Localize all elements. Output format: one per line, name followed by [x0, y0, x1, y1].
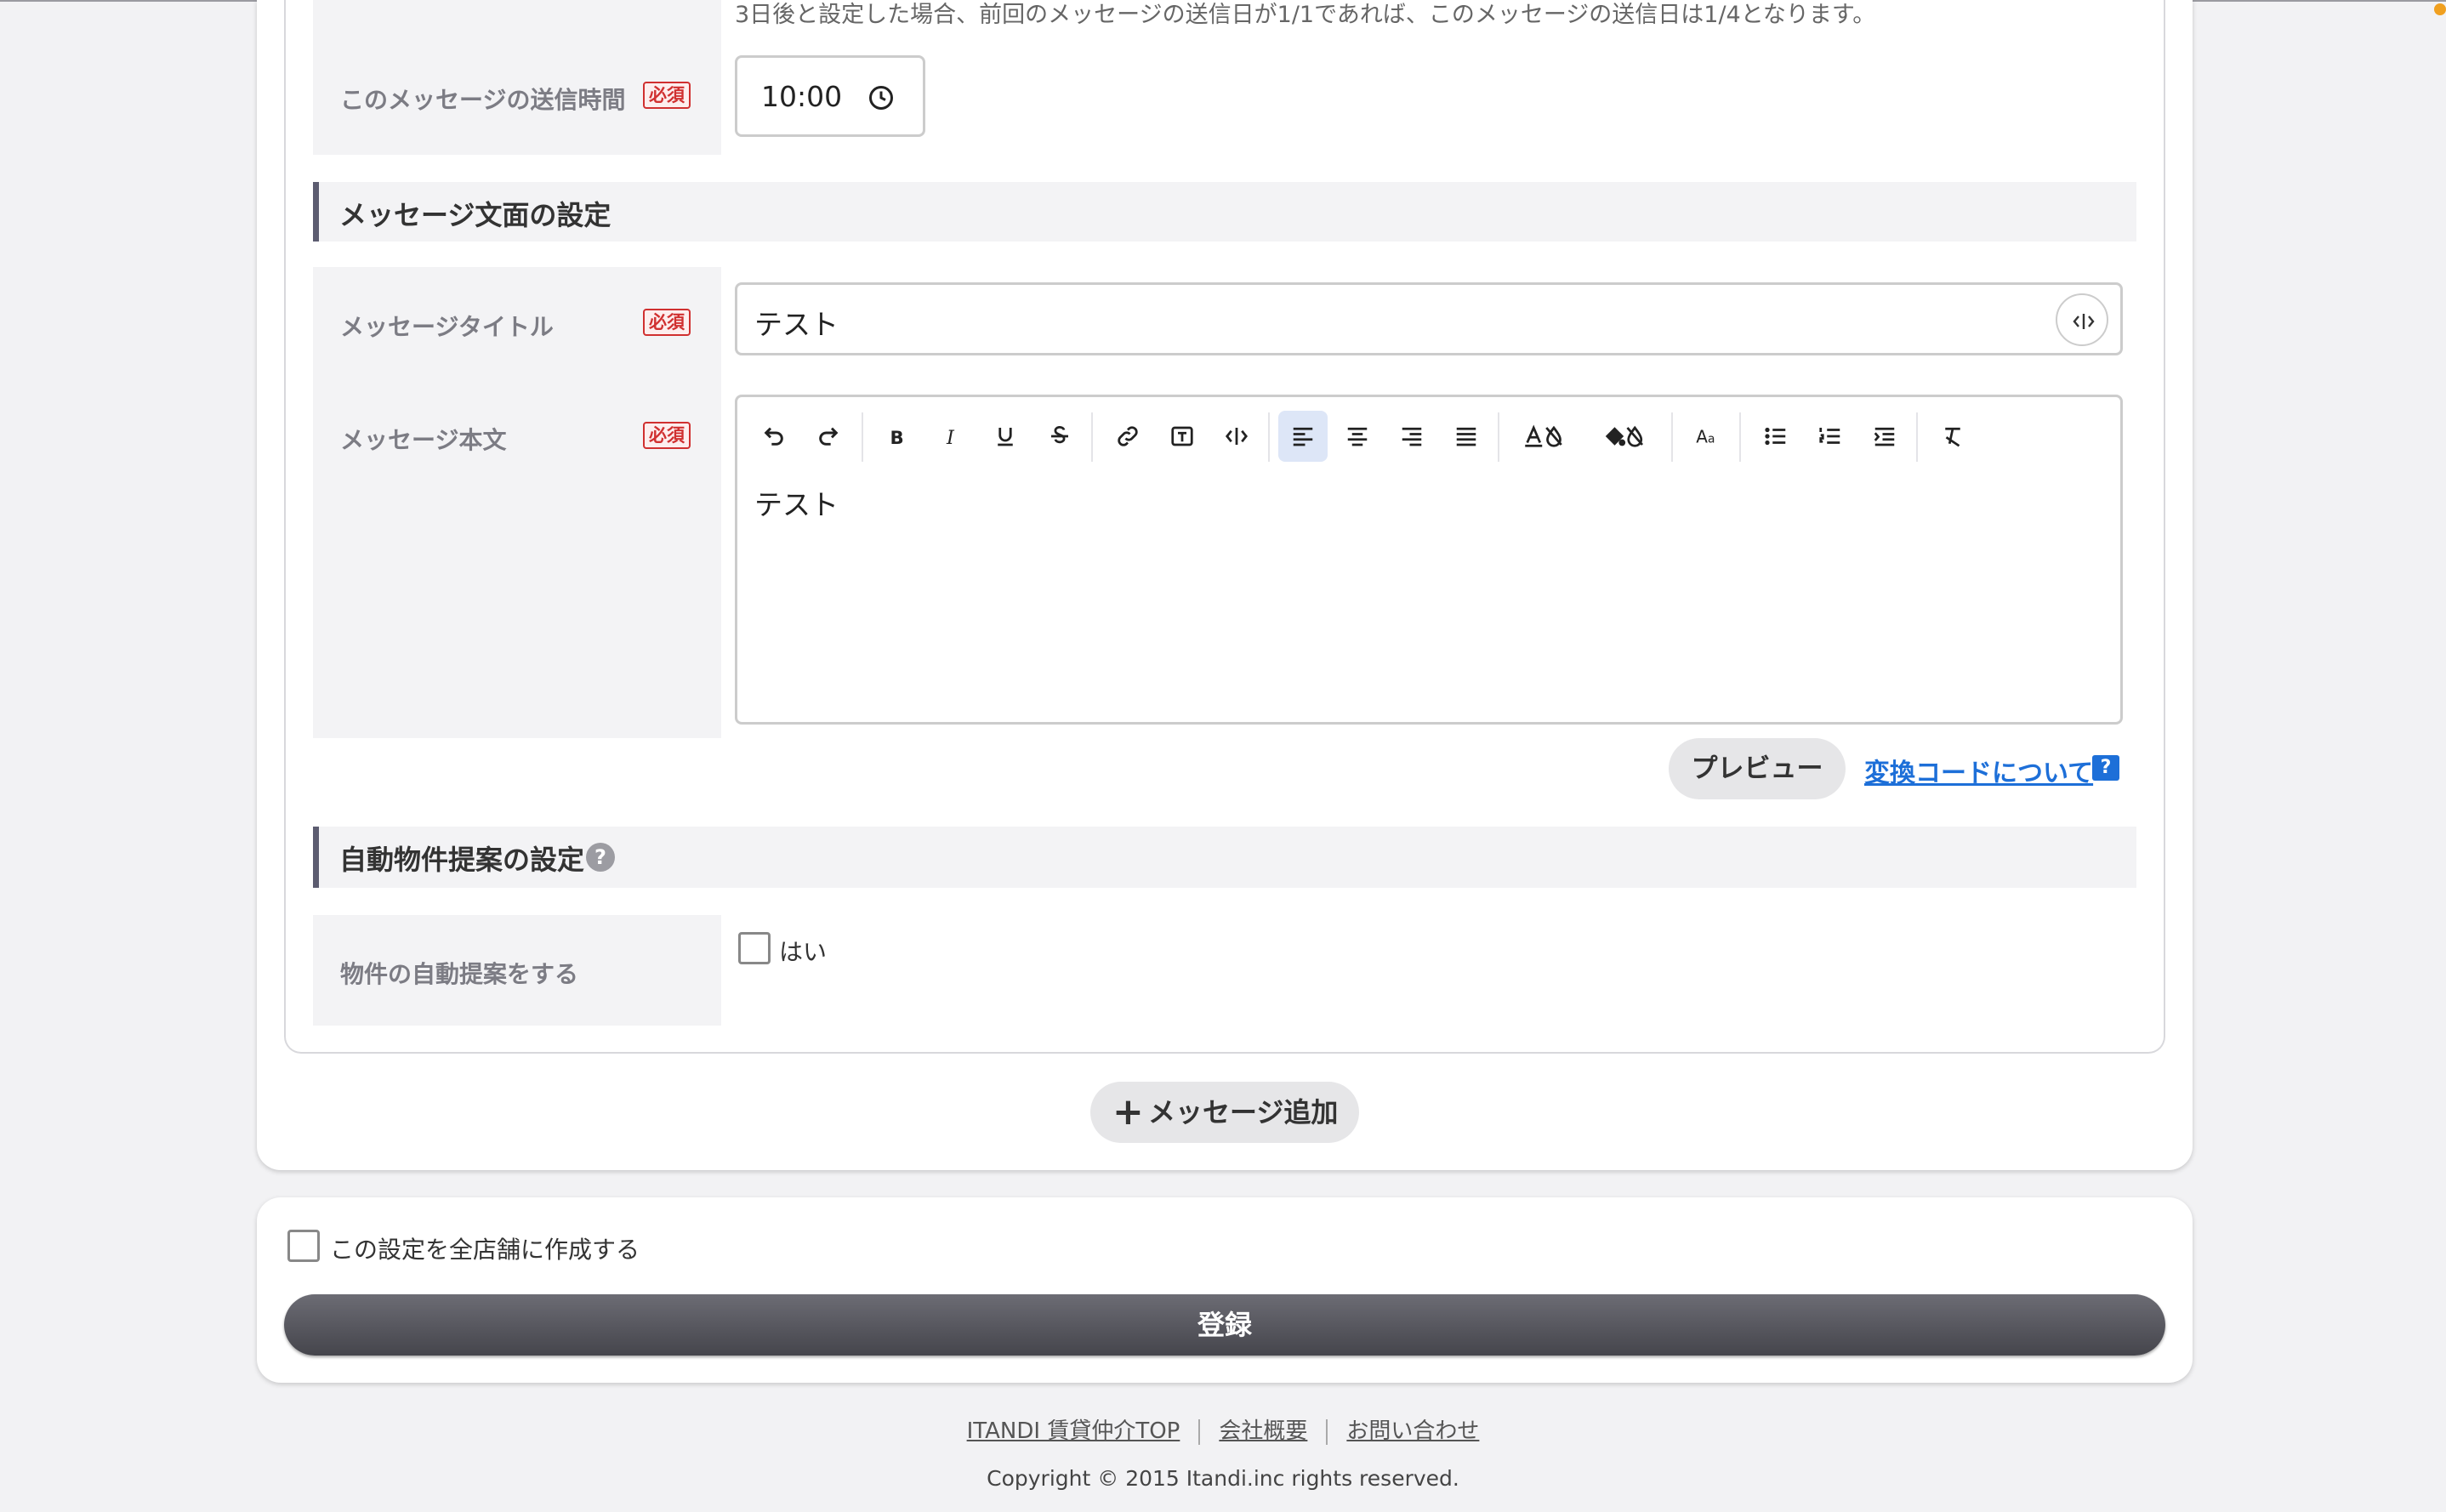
- message-title-value: テスト: [754, 308, 839, 341]
- all-stores-checkbox[interactable]: [287, 1230, 320, 1262]
- align-center-icon[interactable]: [1333, 411, 1382, 462]
- align-justify-icon[interactable]: [1442, 411, 1491, 462]
- clear-format-icon[interactable]: [1928, 411, 1977, 462]
- plus-icon: +: [1112, 1090, 1144, 1134]
- status-dot: [2434, 3, 2446, 15]
- message-body-label: メッセージ本文: [340, 426, 507, 454]
- add-message-label: メッセージ追加: [1148, 1096, 1339, 1128]
- send-time-value: 10:00: [761, 80, 843, 113]
- italic-icon[interactable]: I: [926, 411, 976, 462]
- question-icon[interactable]: ?: [586, 843, 615, 872]
- svg-text:A: A: [1696, 427, 1708, 447]
- svg-text:a: a: [1708, 433, 1715, 446]
- send-time-input[interactable]: 10:00: [735, 55, 925, 137]
- required-badge: 必須: [643, 82, 691, 109]
- message-body-editor[interactable]: B I Aa テスト: [735, 395, 2123, 725]
- numbered-list-icon[interactable]: [1806, 411, 1855, 462]
- message-body-text: テスト: [754, 488, 839, 521]
- insert-code-button[interactable]: [2056, 293, 2108, 346]
- svg-text:B: B: [890, 428, 904, 449]
- clock-icon[interactable]: [868, 85, 894, 111]
- send-time-label: このメッセージの送信時間: [340, 86, 626, 114]
- schedule-note: 3日後と設定した場合、前回のメッセージの送信日が1/1であれば、このメッセージの…: [735, 2, 1876, 28]
- bold-icon[interactable]: B: [872, 411, 921, 462]
- code-icon[interactable]: [1212, 411, 1261, 462]
- auto-suggest-checkbox[interactable]: [738, 932, 771, 964]
- preview-button[interactable]: プレビュー: [1669, 738, 1846, 799]
- auto-suggest-section-title: 自動物件提案の設定: [339, 844, 585, 876]
- footer-link-top[interactable]: ITANDI 賃貸仲介TOP: [967, 1418, 1180, 1444]
- align-left-icon[interactable]: [1278, 411, 1328, 462]
- message-title-input[interactable]: テスト: [735, 282, 2123, 355]
- auto-suggest-section-header: 自動物件提案の設定 ?: [313, 827, 2136, 888]
- background-color-icon[interactable]: [1591, 411, 1659, 462]
- message-section-title: メッセージ文面の設定: [339, 199, 612, 231]
- align-right-icon[interactable]: [1387, 411, 1436, 462]
- underline-icon[interactable]: [981, 411, 1030, 462]
- redo-icon[interactable]: [804, 411, 853, 462]
- footer-link-company[interactable]: 会社概要: [1219, 1418, 1307, 1444]
- auto-suggest-label: 物件の自動提案をする: [340, 960, 579, 988]
- link-icon[interactable]: [1103, 411, 1152, 462]
- add-message-button[interactable]: + メッセージ追加: [1090, 1082, 1359, 1143]
- help-icon[interactable]: ?: [2092, 755, 2119, 781]
- code-icon: [2073, 314, 2095, 329]
- undo-icon[interactable]: [749, 411, 799, 462]
- register-button[interactable]: 登録: [284, 1294, 2165, 1356]
- message-section-header: メッセージ文面の設定: [313, 182, 2136, 242]
- svg-text:I: I: [946, 427, 955, 449]
- send-time-label-cell: [313, 0, 721, 155]
- all-stores-label: この設定を全店舗に作成する: [330, 1236, 640, 1264]
- strikethrough-icon[interactable]: [1035, 411, 1084, 462]
- copyright: Copyright © 2015 Itandi.inc rights reser…: [987, 1466, 1459, 1491]
- required-badge: 必須: [643, 422, 691, 449]
- footer-link-contact[interactable]: お問い合わせ: [1346, 1418, 1479, 1444]
- font-color-icon[interactable]: [1511, 411, 1579, 462]
- conversion-code-help-link[interactable]: 変換コードについて: [1864, 752, 2093, 789]
- indent-icon[interactable]: [1860, 411, 1909, 462]
- font-size-icon[interactable]: Aa: [1683, 411, 1732, 462]
- textbox-icon[interactable]: [1158, 411, 1207, 462]
- message-title-label: メッセージタイトル: [340, 313, 554, 341]
- auto-suggest-checkbox-label: はい: [779, 938, 828, 966]
- required-badge: 必須: [643, 309, 691, 336]
- bullet-list-icon[interactable]: [1751, 411, 1800, 462]
- footer-links: ITANDI 賃貸仲介TOP 会社概要 お問い合わせ: [0, 1413, 2446, 1445]
